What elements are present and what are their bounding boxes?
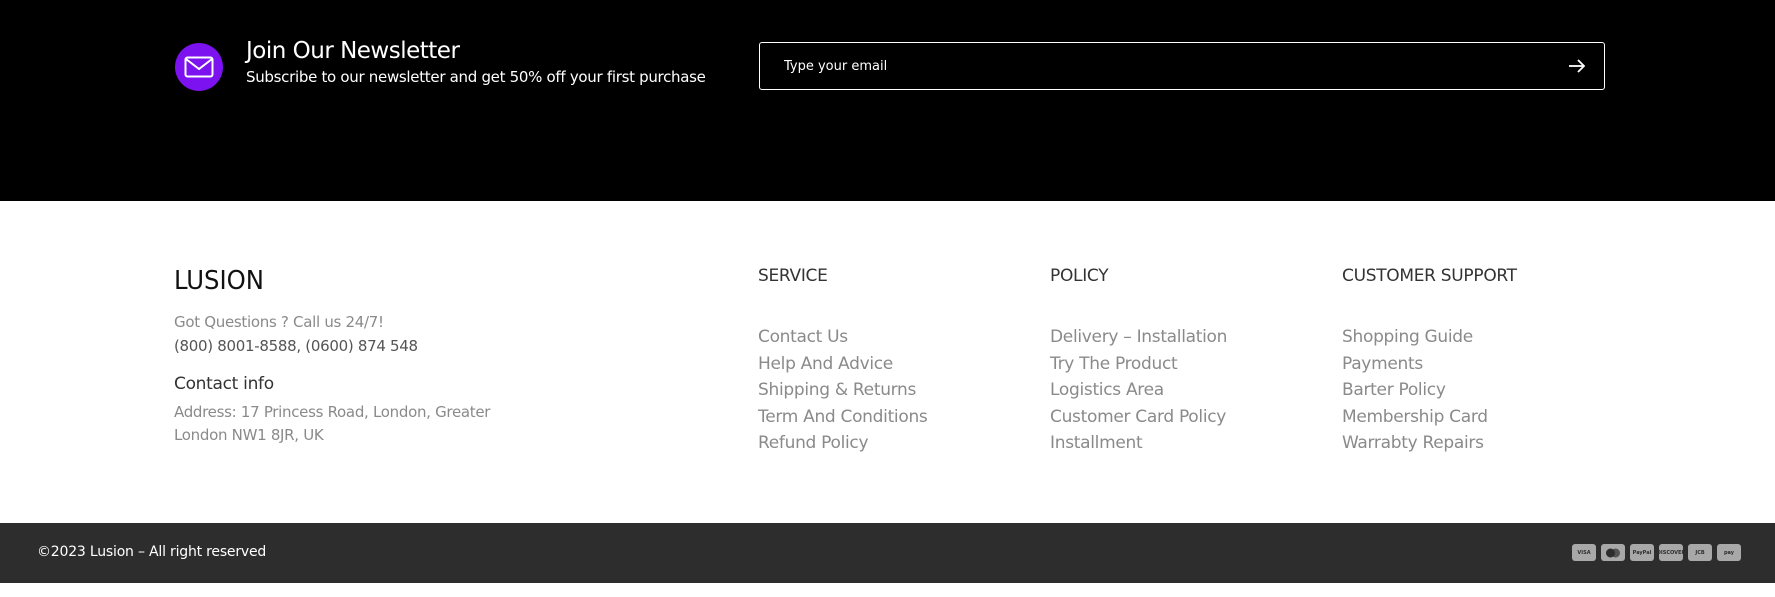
newsletter-section: Join Our Newsletter Subscribe to our new… [0,0,1775,201]
service-heading: SERVICE [758,266,828,286]
footer-link-logistics-area[interactable]: Logistics Area [1050,377,1227,404]
policy-column: POLICY Delivery – Installation Try The P… [1050,266,1227,457]
lusion-logo[interactable]: LUSION [174,266,266,296]
svg-text:LUSION: LUSION [174,266,264,292]
jcb-icon: JCB [1688,544,1712,561]
footer-link-payments[interactable]: Payments [1342,351,1517,378]
bottom-bar: ©2023 Lusion – All right reserved VISA P… [0,523,1775,583]
discover-icon: DISCOVER [1659,544,1683,561]
phone-numbers: (800) 8001-8588, (0600) 874 548 [174,337,418,355]
footer-link-customer-card-policy[interactable]: Customer Card Policy [1050,404,1227,431]
footer-link-try-the-product[interactable]: Try The Product [1050,351,1227,378]
footer-link-membership-card[interactable]: Membership Card [1342,404,1517,431]
newsletter-title: Join Our Newsletter [246,38,460,64]
address-text: Address: 17 Princess Road, London, Great… [174,403,491,444]
footer-link-help-and-advice[interactable]: Help And Advice [758,351,928,378]
newsletter-subtitle: Subscribe to our newsletter and get 50% … [246,68,706,86]
page-bottom-spacer [0,583,1775,597]
paypal-icon: PayPal [1630,544,1654,561]
mastercard-icon [1601,544,1625,561]
newsletter-form [759,42,1605,90]
footer-link-barter-policy[interactable]: Barter Policy [1342,377,1517,404]
footer-link-contact-us[interactable]: Contact Us [758,324,928,351]
policy-heading: POLICY [1050,266,1109,286]
service-column: SERVICE Contact Us Help And Advice Shipp… [758,266,928,457]
payment-methods: VISA PayPal DISCOVER JCB pay [1572,544,1741,561]
subscribe-button[interactable] [1566,55,1588,77]
footer-link-installment[interactable]: Installment [1050,430,1227,457]
footer-link-terms[interactable]: Term And Conditions [758,404,928,431]
visa-icon: VISA [1572,544,1596,561]
arrow-right-icon [1569,59,1586,73]
copyright-text: ©2023 Lusion – All right reserved [37,544,267,560]
footer-link-shopping-guide[interactable]: Shopping Guide [1342,324,1517,351]
footer-link-shipping-returns[interactable]: Shipping & Returns [758,377,928,404]
footer-link-refund-policy[interactable]: Refund Policy [758,430,928,457]
footer-main: LUSION Got Questions ? Call us 24/7! (80… [0,201,1775,523]
support-hours-text: Got Questions ? Call us 24/7! [174,313,384,331]
contact-info-heading: Contact info [174,374,274,394]
amazon-pay-icon: pay [1717,544,1741,561]
email-input[interactable] [784,43,1524,89]
customer-support-heading: CUSTOMER SUPPORT [1342,266,1517,286]
footer-link-delivery-installation[interactable]: Delivery – Installation [1050,324,1227,351]
mail-icon [175,43,223,91]
footer-link-warranty-repairs[interactable]: Warrabty Repairs [1342,430,1517,457]
customer-support-column: CUSTOMER SUPPORT Shopping Guide Payments… [1342,266,1517,457]
